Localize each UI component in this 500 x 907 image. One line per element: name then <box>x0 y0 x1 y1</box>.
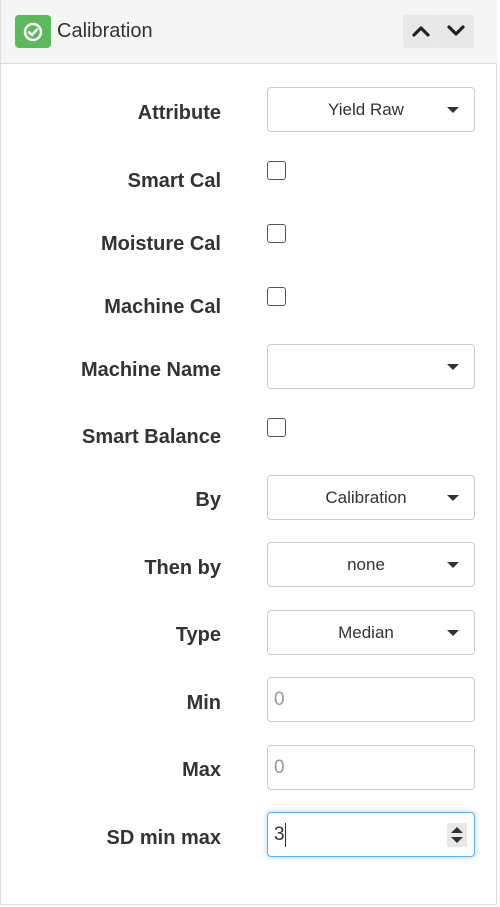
caret-down-icon <box>447 107 459 113</box>
by-select-value: Calibration <box>325 488 407 507</box>
max-label: Max <box>182 759 221 781</box>
attribute-select[interactable]: Yield Raw <box>267 87 475 132</box>
machine-name-select[interactable] <box>267 344 475 389</box>
sd-min-max-label: SD min max <box>106 827 221 849</box>
machine-name-label: Machine Name <box>80 359 221 381</box>
calibration-panel: Calibration Attribute Yield Raw Smart Ca… <box>0 0 497 905</box>
type-select-value: Median <box>338 623 394 642</box>
smart-cal-label: Smart Cal <box>127 170 221 192</box>
min-label: Min <box>186 692 221 714</box>
chevron-down-icon <box>447 25 465 36</box>
max-input[interactable]: 0 <box>267 745 475 790</box>
max-input-placeholder: 0 <box>274 757 285 778</box>
caret-down-icon <box>447 495 459 501</box>
caret-down-icon <box>447 364 459 370</box>
sd-min-max-input[interactable]: 3 <box>267 812 475 857</box>
by-label: By <box>195 489 221 511</box>
then-by-label: Then by <box>144 557 221 579</box>
check-circle-icon <box>15 15 51 48</box>
panel-title: Calibration <box>57 20 153 42</box>
machine-cal-checkbox[interactable] <box>267 287 286 306</box>
smart-balance-label: Smart Balance <box>82 426 221 448</box>
smart-cal-checkbox[interactable] <box>267 161 286 180</box>
chevron-up-icon <box>412 26 430 37</box>
min-input-placeholder: 0 <box>274 689 285 710</box>
moisture-cal-checkbox[interactable] <box>267 224 286 243</box>
then-by-select[interactable]: none <box>267 542 475 587</box>
caret-down-icon <box>447 630 459 636</box>
expand-button[interactable] <box>438 15 474 48</box>
then-by-select-value: none <box>347 555 385 574</box>
panel-header: Calibration <box>1 0 497 64</box>
min-input[interactable]: 0 <box>267 677 475 722</box>
type-label: Type <box>175 624 221 646</box>
attribute-select-value: Yield Raw <box>328 100 404 119</box>
sd-min-max-value: 3 <box>274 824 285 845</box>
number-spinner[interactable] <box>447 823 467 847</box>
text-cursor <box>285 823 286 847</box>
collapse-button[interactable] <box>403 15 439 48</box>
attribute-label: Attribute <box>137 102 221 124</box>
by-select[interactable]: Calibration <box>267 475 475 520</box>
spinner-up-icon[interactable] <box>451 827 463 833</box>
machine-cal-label: Machine Cal <box>104 296 221 318</box>
smart-balance-checkbox[interactable] <box>267 418 286 437</box>
moisture-cal-label: Moisture Cal <box>100 233 221 255</box>
spinner-down-icon[interactable] <box>451 837 463 843</box>
type-select[interactable]: Median <box>267 610 475 655</box>
caret-down-icon <box>447 562 459 568</box>
